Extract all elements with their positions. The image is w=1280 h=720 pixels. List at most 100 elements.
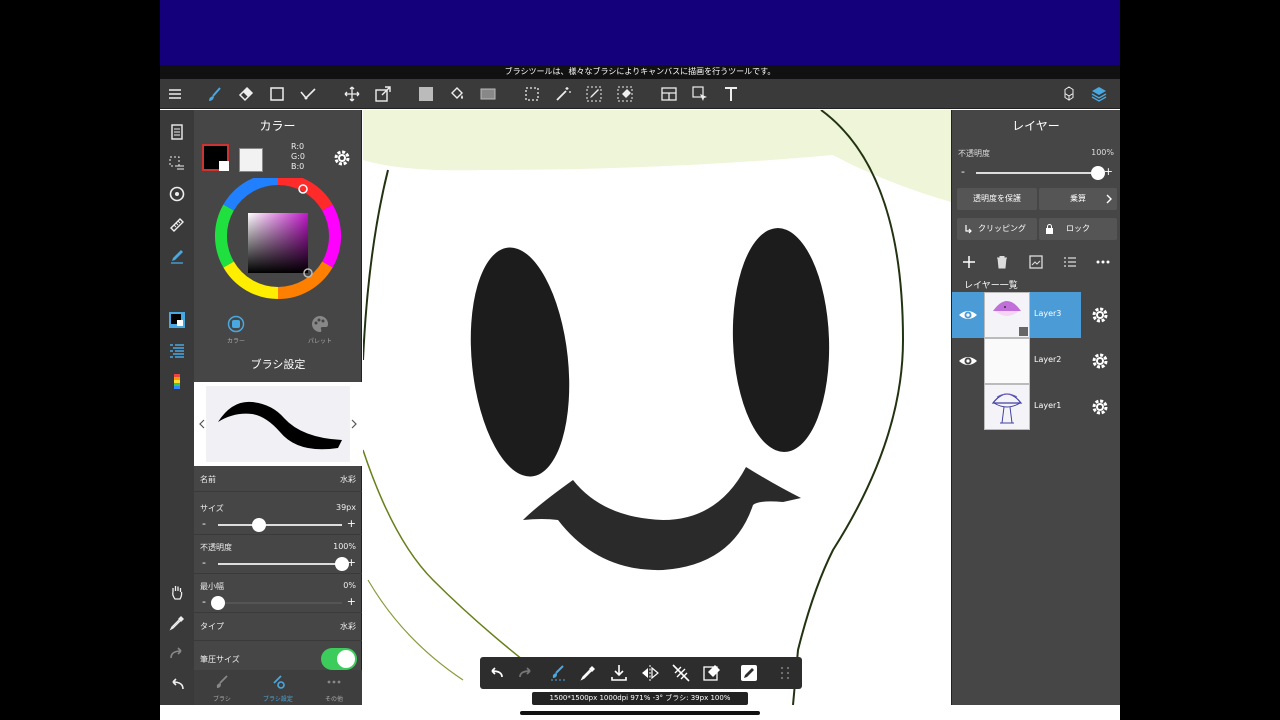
bucket-icon[interactable] [445, 82, 469, 106]
tab-brush-settings[interactable]: ブラシ設定 [250, 670, 306, 705]
shape-icon[interactable] [265, 82, 289, 106]
image-layer-icon[interactable] [1029, 255, 1043, 269]
pressure-size-toggle[interactable] [321, 648, 357, 670]
brush-type-row[interactable]: タイプ 水彩 [194, 615, 362, 641]
layer2-gear-icon[interactable] [1090, 351, 1110, 371]
more-icon[interactable] [1096, 255, 1110, 269]
layer3-gear-icon[interactable] [1090, 305, 1110, 325]
brush-bottom-tabs: ブラシ ブラシ設定 その他 [194, 670, 362, 705]
tab-other[interactable]: その他 [306, 670, 362, 705]
tab-color[interactable]: カラー [194, 312, 278, 346]
size-slider-thumb[interactable] [251, 518, 266, 532]
brush-type-value: 水彩 [340, 622, 356, 631]
undo-icon[interactable] [486, 663, 506, 683]
layer1-thumbnail [984, 384, 1030, 430]
color-wheel[interactable] [194, 172, 362, 312]
pen-settings-icon[interactable] [165, 244, 189, 268]
magic-wand-icon[interactable] [551, 82, 575, 106]
rgb-b: B:0 [291, 162, 305, 171]
opacity-plus-button[interactable]: + [347, 556, 356, 569]
select-eraser-icon[interactable] [613, 82, 637, 106]
layer-row-layer3[interactable]: Layer3 [952, 292, 1120, 338]
move-icon[interactable] [340, 82, 364, 106]
hand-icon[interactable] [165, 580, 189, 604]
blend-mode-button[interactable]: 乗算 [1039, 188, 1117, 210]
layer1-gear-icon[interactable] [1090, 397, 1110, 417]
stabilizer-icon[interactable] [548, 663, 568, 683]
import-icon[interactable] [609, 663, 629, 683]
tab-palette-label: パレット [307, 338, 332, 345]
layer-opacity-slider[interactable] [976, 166, 1105, 180]
foreground-swatch[interactable] [202, 144, 229, 171]
layers-icon[interactable] [1087, 82, 1111, 106]
opacity-minus-button[interactable]: - [202, 556, 206, 569]
frame-icon[interactable] [657, 82, 681, 106]
select-rect-icon[interactable] [520, 82, 544, 106]
ruler-icon[interactable] [165, 213, 189, 237]
layer-row-layer2[interactable]: Layer2 [952, 338, 1120, 384]
layer-quick-icon[interactable] [739, 663, 759, 683]
document-icon[interactable] [165, 120, 189, 144]
layer-panel-title: レイヤー [1012, 119, 1060, 133]
select-icon[interactable] [688, 82, 712, 106]
gradient-icon[interactable] [476, 82, 500, 106]
palette-gradient-icon[interactable] [165, 369, 189, 393]
eye-icon[interactable] [958, 351, 978, 371]
brush-icon[interactable] [203, 82, 227, 106]
drawing-canvas[interactable] [363, 110, 951, 705]
drag-handle-icon[interactable] [775, 663, 795, 683]
brush-name-row[interactable]: 名前 水彩 [194, 468, 362, 492]
min-width-minus-button[interactable]: - [202, 595, 206, 608]
eye-icon[interactable] [958, 305, 978, 325]
min-width-slider[interactable] [211, 596, 342, 610]
min-width-slider-thumb[interactable] [211, 596, 225, 610]
transform-icon[interactable] [371, 82, 395, 106]
redo-icon[interactable] [516, 663, 536, 683]
brush-settings-title: ブラシ設定 [250, 358, 306, 371]
menu-icon[interactable] [163, 82, 187, 106]
lock-button[interactable]: ロック [1039, 218, 1117, 240]
min-width-plus-button[interactable]: + [347, 595, 356, 608]
size-minus-button[interactable]: - [202, 517, 206, 530]
brush-opacity-row: 不透明度 100% - + [194, 536, 362, 574]
vector-icon[interactable] [296, 82, 320, 106]
text-icon[interactable] [719, 82, 743, 106]
tab-palette[interactable]: パレット [278, 312, 362, 346]
redo-icon[interactable] [165, 641, 189, 665]
layer-opacity-plus-button[interactable]: + [1104, 165, 1113, 178]
size-slider[interactable] [218, 518, 342, 532]
fill-color-icon[interactable] [414, 82, 438, 106]
tab-brush[interactable]: ブラシ [194, 670, 250, 705]
background-swatch[interactable] [239, 148, 263, 172]
size-plus-button[interactable]: + [347, 517, 356, 530]
layer-opacity-minus-button[interactable]: - [961, 165, 965, 178]
delete-layer-icon[interactable] [995, 255, 1009, 269]
snap-off-icon[interactable] [671, 663, 691, 683]
layer-row-layer1[interactable]: Layer1 [952, 384, 1120, 430]
eyedropper-icon[interactable] [165, 611, 189, 635]
color-settings-gear-icon[interactable] [332, 148, 352, 168]
brush-preview[interactable] [194, 382, 362, 466]
materials-icon[interactable] [1057, 82, 1081, 106]
undo-icon[interactable] [165, 672, 189, 696]
blend-mode-label: 乗算 [1070, 194, 1086, 203]
brush-list-icon[interactable] [165, 339, 189, 363]
selection-menu-icon[interactable] [165, 152, 189, 176]
rgb-g: G:0 [291, 152, 305, 161]
clip-icon [965, 225, 972, 234]
layer-list-icon[interactable] [1063, 255, 1077, 269]
clear-selection-icon[interactable] [702, 663, 722, 683]
protect-alpha-button[interactable]: 透明度を保護 [957, 188, 1037, 210]
flip-icon[interactable] [640, 663, 660, 683]
select-pen-icon[interactable] [582, 82, 606, 106]
rotate-icon[interactable] [165, 182, 189, 206]
pressure-size-label: 筆圧サイズ [200, 655, 240, 664]
eraser-icon[interactable] [234, 82, 258, 106]
color-panel-icon[interactable] [165, 308, 189, 332]
canvas-status-readout: 1500*1500px 1000dpi 971% -3° ブラシ: 39px 1… [532, 692, 748, 705]
add-layer-icon[interactable] [962, 255, 976, 269]
opacity-slider[interactable] [218, 557, 349, 571]
clipping-button[interactable]: クリッピング [957, 218, 1037, 240]
eyedropper-icon[interactable] [578, 663, 598, 683]
home-indicator[interactable] [520, 711, 760, 715]
